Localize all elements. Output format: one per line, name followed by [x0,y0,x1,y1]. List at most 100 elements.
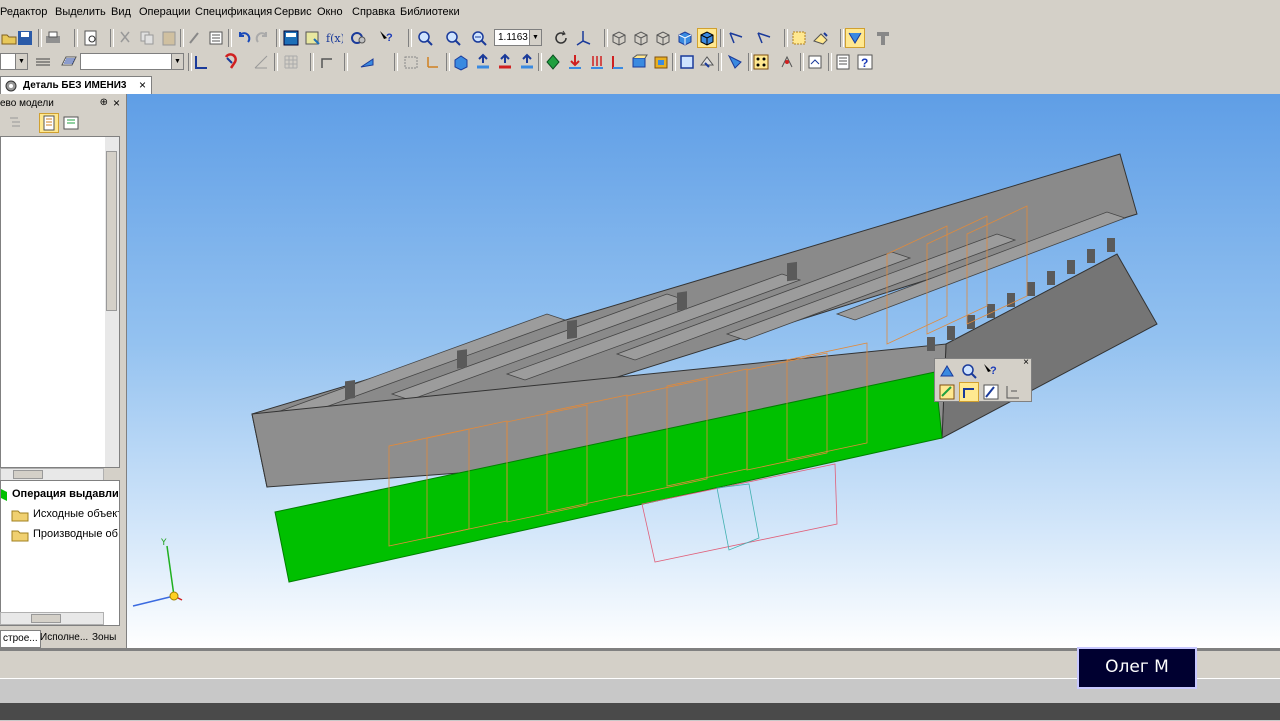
shaded-icon[interactable] [676,29,694,47]
chevron-down-icon[interactable]: ▼ [15,54,27,69]
cut-rotate-icon[interactable] [566,53,584,71]
tree-item-extrude[interactable]: Операция выдавлив [1,487,119,503]
grid-icon[interactable] [282,53,300,71]
list-icon[interactable] [207,29,225,47]
model-viewport[interactable]: Y ? × [127,94,1280,648]
shaded-edges-icon[interactable] [697,28,717,48]
hidden-lines-icon[interactable] [632,29,650,47]
menu-help[interactable]: Справка [352,6,395,18]
tab-zones[interactable]: Зоны [92,630,116,646]
menu-editor[interactable]: Редактор [0,6,47,18]
chevron-down-icon[interactable]: ▼ [529,30,541,45]
close-icon[interactable]: × [139,78,146,92]
calculator-icon[interactable] [282,29,300,47]
horizontal-scrollbar[interactable] [0,612,104,625]
edit-sketch-icon[interactable] [959,382,979,402]
structure-icon[interactable] [39,113,59,133]
function-icon[interactable]: f(x) [325,29,343,47]
menu-service[interactable]: Сервис [274,6,312,18]
scroll-thumb[interactable] [106,151,117,311]
zoom-in-icon[interactable] [444,29,462,47]
chevron-down-icon[interactable]: ▼ [171,54,183,69]
menu-specification[interactable]: Спецификация [195,6,272,18]
section-icon[interactable] [756,29,774,47]
loft-icon[interactable] [496,53,514,71]
sketch-icon[interactable] [402,53,420,71]
pin-icon[interactable]: ⊕ [100,97,108,108]
tree-item-source-objects[interactable]: Исходные объект [1,507,119,523]
perspective-icon[interactable] [728,29,746,47]
zoom-out-icon[interactable] [470,29,488,47]
select-icon[interactable] [938,362,956,380]
cut-icon[interactable] [116,29,134,47]
style-icon[interactable] [60,53,78,71]
document-tab[interactable]: Деталь БЕЗ ИМЕНИ3 × [0,76,152,94]
properties-icon[interactable] [982,383,1000,401]
ortho-mode-icon[interactable] [192,53,210,71]
tab-build[interactable]: строе... [0,630,41,648]
properties-icon[interactable] [186,29,204,47]
filter-icon[interactable] [845,28,865,48]
extrude-icon[interactable] [452,53,470,71]
cut-loft-icon[interactable] [588,53,606,71]
help-icon[interactable]: ? [856,53,874,71]
save-icon[interactable] [16,29,34,47]
close-icon[interactable]: × [113,96,120,110]
wireframe-icon[interactable] [610,29,628,47]
print-icon[interactable] [44,29,62,47]
help-icon[interactable]: ? [982,362,1000,380]
undo-icon[interactable] [234,29,252,47]
menu-select[interactable]: Выделить [55,6,106,18]
style-combo[interactable]: ▼ [80,53,184,70]
model-tree-area[interactable] [0,136,120,468]
view-dir-icon[interactable] [358,53,376,71]
sketch-plane-icon[interactable] [790,29,808,47]
chamfer-icon[interactable] [652,53,670,71]
paste-icon[interactable] [160,29,178,47]
fillet-icon[interactable] [630,53,648,71]
library-icon[interactable] [350,29,368,47]
redo-icon[interactable] [254,29,272,47]
rotate-icon[interactable] [552,29,570,47]
layer-combo[interactable]: ▼ [0,53,28,70]
spec-icon[interactable] [834,53,852,71]
draft-icon[interactable] [726,53,744,71]
coordinate-icon[interactable] [424,53,442,71]
edit-sketch-icon[interactable] [812,29,830,47]
step-icon[interactable] [318,53,336,71]
vertical-scrollbar[interactable] [105,137,119,467]
orientation-icon[interactable] [574,29,592,47]
tree-item-derived-objects[interactable]: Производные об [1,527,119,543]
preview-icon[interactable] [82,29,100,47]
sketch-edit-icon[interactable] [938,383,956,401]
dimension-icon[interactable] [1004,383,1022,401]
scroll-thumb[interactable] [13,470,43,479]
rotate-op-icon[interactable] [474,53,492,71]
hidden-thin-icon[interactable] [654,29,672,47]
zoom-window-icon[interactable] [416,29,434,47]
measure-icon[interactable] [874,29,892,47]
insert-part-icon[interactable] [806,53,824,71]
zoom-icon[interactable] [960,362,978,380]
rib-icon[interactable] [698,53,716,71]
context-help-icon[interactable]: ? [378,29,396,47]
state-icon[interactable] [34,53,52,71]
variables-icon[interactable] [304,29,322,47]
copy-icon[interactable] [138,29,156,47]
mirror-icon[interactable] [778,53,796,71]
menu-operations[interactable]: Операции [139,6,190,18]
history-icon[interactable] [62,114,80,132]
local-cs-icon[interactable] [252,53,270,71]
menu-window[interactable]: Окно [317,6,343,18]
zoom-level-field[interactable]: 1.1163 ▼ [494,29,542,46]
snap-icon[interactable] [222,53,240,71]
sweep-icon[interactable] [518,53,536,71]
tree-view-icon[interactable] [6,114,34,132]
scroll-thumb[interactable] [31,614,61,623]
cut-sweep-icon[interactable] [608,53,626,71]
close-icon[interactable]: × [1023,357,1029,368]
menu-view[interactable]: Вид [111,6,131,18]
shell-icon[interactable] [678,53,696,71]
tab-versions[interactable]: Исполне... [40,630,88,646]
array-icon[interactable] [752,53,770,71]
